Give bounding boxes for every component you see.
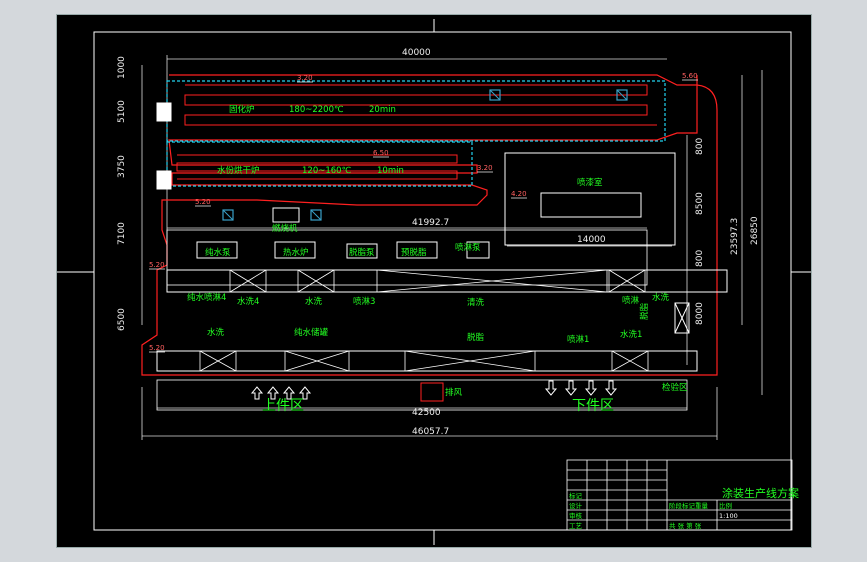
oven-mid-label: 水份烘干炉 xyxy=(217,165,260,176)
slope-mark-5: 5.20 xyxy=(195,198,211,206)
filter-diag-2 xyxy=(222,209,234,221)
label-spray4: 纯水喷淋4 xyxy=(187,292,226,303)
dim-right-2: 8500 xyxy=(695,192,705,215)
tb-stage: 阶段标记 xyxy=(669,501,696,510)
tb-ratio: 比例 xyxy=(719,501,732,510)
dim-top-total: 40000 xyxy=(402,48,431,58)
label-tank: 纯水储罐 xyxy=(294,327,329,338)
tb-weight: 重量 xyxy=(695,502,709,510)
lower-tanks xyxy=(199,350,649,372)
zone-arrows xyxy=(250,380,618,400)
spray-room-label: 喷漆室 xyxy=(577,177,603,188)
label-middle: 脱脂 xyxy=(467,332,485,343)
slope-mark-6: 5.20 xyxy=(149,261,165,269)
layout-drawing: 3.20 5.60 6.50 3.20 4.20 5.20 5.20 5.20 40000 1… xyxy=(57,19,811,545)
zone-loading: 上件区 xyxy=(262,398,304,414)
dim-right-total: 23597.3 xyxy=(730,218,740,255)
exhaust-box xyxy=(420,382,444,402)
label-cleaning: 清洗 xyxy=(467,297,485,308)
dim-left-4: 7100 xyxy=(117,222,127,245)
up-arrow-0 xyxy=(250,386,264,400)
cad-viewport[interactable]: 3.20 5.60 6.50 3.20 4.20 5.20 5.20 5.20 40000 1… xyxy=(56,14,812,548)
pretreatment-line-upper[interactable] xyxy=(166,269,728,293)
tb-row-3: 工艺 xyxy=(569,522,583,530)
tb-title: 涂装生产线方案 xyxy=(722,486,799,500)
upper-equipment-boxes xyxy=(196,241,490,259)
label-wash1-top: 水洗 xyxy=(305,296,323,307)
oven-mid-time: 10min xyxy=(377,166,404,176)
dim-mid-length: 41992.7 xyxy=(412,218,449,228)
oven-burner-top xyxy=(156,102,172,122)
oven-top-label: 固化炉 xyxy=(229,104,255,115)
slope-mark-0: 3.20 xyxy=(297,74,313,82)
oven-top-time: 20min xyxy=(369,105,396,115)
tb-row-1: 设计 xyxy=(569,501,583,510)
unit-label-1: 热水炉 xyxy=(283,247,309,258)
dim-room-width: 14000 xyxy=(577,235,606,245)
down-arrow-3 xyxy=(604,380,618,396)
dim-left-3: 3750 xyxy=(117,155,127,178)
down-arrow-1 xyxy=(564,380,578,396)
spray-booth xyxy=(540,192,642,218)
tb-row-2: 审核 xyxy=(569,511,583,520)
unit-label-2: 脱脂泵 xyxy=(349,247,375,258)
dim-bottom-1: 42500 xyxy=(412,408,441,418)
slope-mark-2: 6.50 xyxy=(373,149,389,157)
burner-unit[interactable] xyxy=(272,207,300,223)
dim-left-2: 5100 xyxy=(117,100,127,123)
dim-far-right: 26850 xyxy=(750,216,760,245)
label-spray1: 喷淋1 xyxy=(567,334,589,345)
unit-label-3: 预脱脂 xyxy=(401,247,427,258)
inner-frame xyxy=(93,31,792,531)
oven-burner-mid xyxy=(156,170,172,190)
label-wash4: 水洗4 xyxy=(237,296,259,307)
upper-tanks xyxy=(229,269,646,293)
down-arrow-2 xyxy=(584,380,598,396)
dim-left-5: 6500 xyxy=(117,308,127,331)
slope-mark-1: 5.60 xyxy=(682,72,698,80)
tb-sheet: 共 张 第 张 xyxy=(669,521,702,530)
oven-top-temp: 180~2200℃ xyxy=(289,105,344,115)
dim-bottom-2: 46057.7 xyxy=(412,427,449,437)
label-wash1: 水洗1 xyxy=(620,329,642,340)
label-side-wash: 水洗 xyxy=(652,292,670,303)
dim-right-4: 8000 xyxy=(695,302,705,325)
tb-row-0: 标记 xyxy=(569,491,583,500)
tb-scale: 1:100 xyxy=(719,512,738,520)
label-degrease: 脱脂 xyxy=(639,302,650,320)
labels: 固化炉 180~2200℃ 20min 水份烘干炉 120~160℃ 10min… xyxy=(187,104,688,414)
label-spray3: 喷淋3 xyxy=(353,296,375,307)
slope-mark-4: 4.20 xyxy=(511,190,527,198)
zone-inspect: 检验区 xyxy=(662,382,688,393)
oven-serpentine-top xyxy=(184,84,657,126)
dim-right-3: 800 xyxy=(695,250,705,267)
dim-left-1: 1000 xyxy=(117,56,127,79)
down-arrow-0 xyxy=(544,380,558,396)
oven-mid-temp: 120~160℃ xyxy=(302,166,352,176)
unit-label-0: 纯水泵 xyxy=(205,247,231,258)
burner-label: 燃烧机 xyxy=(272,223,298,234)
label-exhaust: 排风 xyxy=(445,387,463,398)
dim-right-1: 800 xyxy=(695,138,705,155)
slope-mark-3: 3.20 xyxy=(477,164,493,172)
title-block-texts: 标记 设计 审核 工艺 阶段标记 重量 比例 1:100 共 张 第 张 涂装生… xyxy=(569,486,799,530)
filter-diag-3 xyxy=(310,209,322,221)
spray-room[interactable] xyxy=(504,152,676,246)
unit-label-4: 喷淋泵 xyxy=(455,242,481,253)
zone-unloading: 下件区 xyxy=(572,398,614,414)
label-spray-top: 喷淋 xyxy=(622,295,640,306)
label-wash2: 水洗 xyxy=(207,327,225,338)
slope-mark-7: 5.20 xyxy=(149,344,165,352)
